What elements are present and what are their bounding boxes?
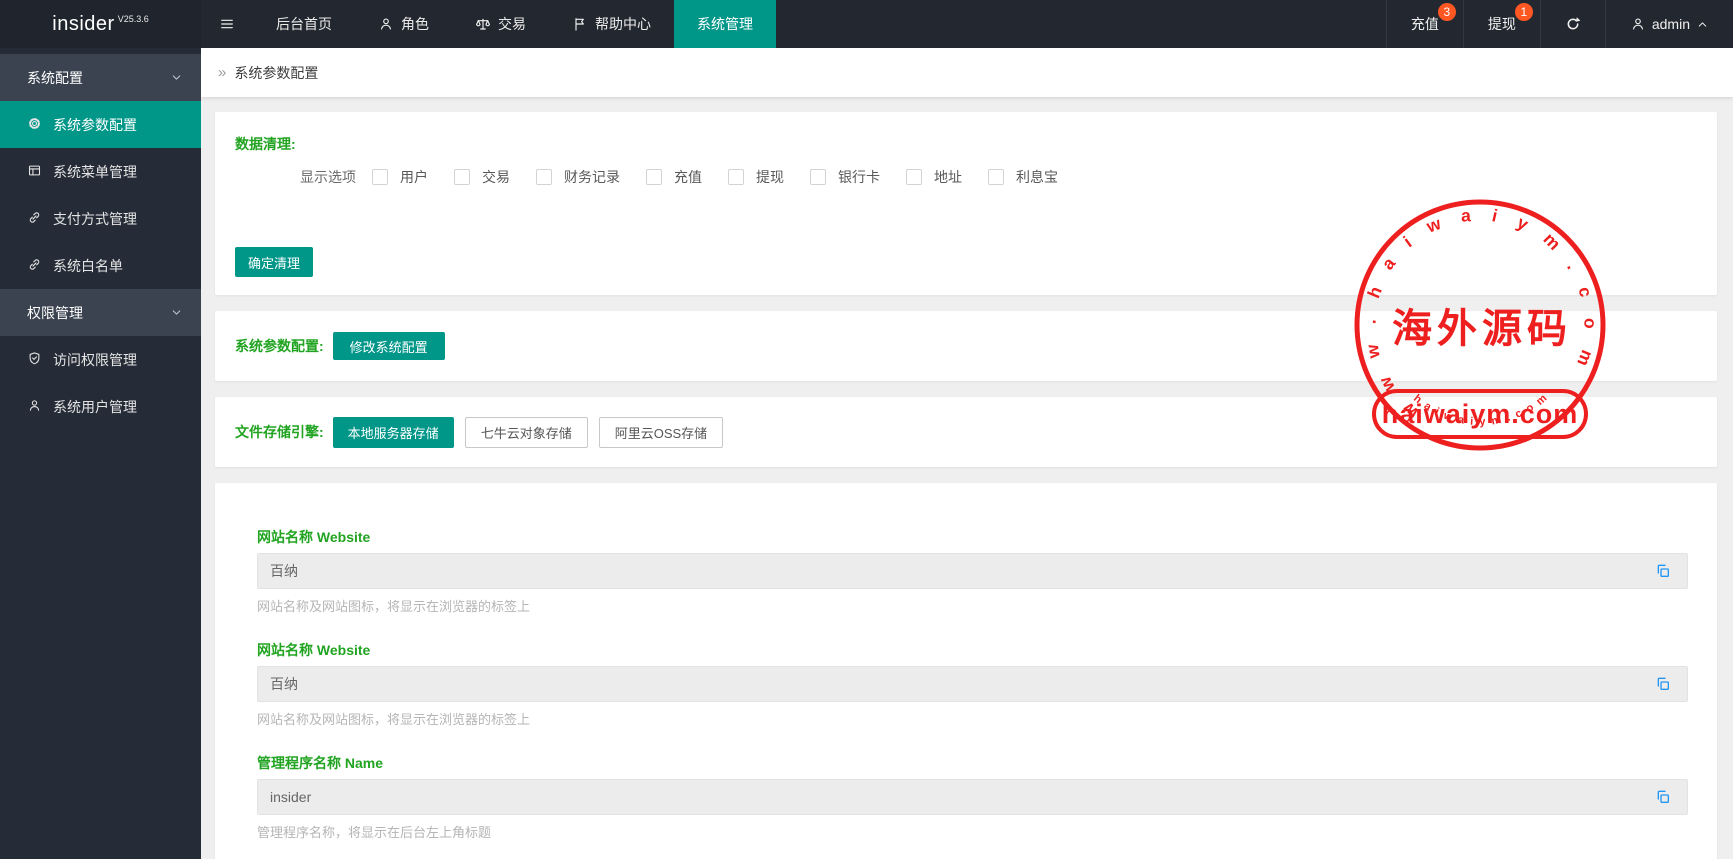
top-menu: 后台首页 角色 交易 帮助中心 系统管理 <box>253 0 776 48</box>
field-label: 管理程序名称 Name <box>257 755 384 771</box>
nav-item-transactions[interactable]: 交易 <box>452 0 549 48</box>
content-area: 数据清理: 显示选项 用户 交易 财务记录 充值 提现 银行卡 地址 利息宝 确… <box>201 97 1733 859</box>
modify-system-config-button[interactable]: 修改系统配置 <box>332 332 445 360</box>
username: admin <box>1651 16 1690 32</box>
admin-name-input[interactable] <box>257 779 1688 815</box>
nav-item-dashboard[interactable]: 后台首页 <box>253 0 355 48</box>
checkbox[interactable] <box>372 169 388 185</box>
nav-item-system-management[interactable]: 系统管理 <box>674 0 776 48</box>
field-hint: 网站名称及网站图标，将显示在浏览器的标签上 <box>257 599 531 614</box>
sidebar-item-system-menu[interactable]: 系统菜单管理 <box>0 148 201 195</box>
topbar-actions: 充值 3 提现 1 admin <box>1385 0 1733 48</box>
sidebar: 系统配置 系统参数配置 系统菜单管理 支付方式管理 系统白名单 权限管理 访问权… <box>0 48 201 859</box>
chevron-up-icon <box>1696 18 1709 31</box>
withdraw-button[interactable]: 提现 1 <box>1462 0 1540 48</box>
breadcrumb-symbol: » <box>218 64 227 81</box>
checkbox[interactable] <box>988 169 1004 185</box>
sidebar-item-access-permissions[interactable]: 访问权限管理 <box>0 336 201 383</box>
checkbox[interactable] <box>810 169 826 185</box>
shield-check-icon <box>27 351 42 369</box>
link-icon <box>27 257 42 275</box>
link-icon <box>27 210 42 228</box>
recharge-badge: 3 <box>1437 3 1456 21</box>
website-name-input-2[interactable] <box>257 666 1688 702</box>
user-icon <box>1630 16 1646 32</box>
user-menu[interactable]: admin <box>1604 0 1733 48</box>
storage-engine-panel: 文件存储引擎: 本地服务器存储 七牛云对象存储 阿里云OSS存储 <box>215 397 1717 467</box>
checkbox[interactable] <box>728 169 744 185</box>
withdraw-badge: 1 <box>1514 3 1533 21</box>
sidebar-item-system-users[interactable]: 系统用户管理 <box>0 383 201 430</box>
window-icon <box>27 163 42 181</box>
checkbox[interactable] <box>454 169 470 185</box>
copy-icon[interactable] <box>1655 676 1671 692</box>
field-label: 网站名称 Website <box>257 529 371 545</box>
data-cleanup-panel: 数据清理: 显示选项 用户 交易 财务记录 充值 提现 银行卡 地址 利息宝 确… <box>215 112 1717 295</box>
field-label: 网站名称 Website <box>257 642 371 658</box>
field-hint: 网站名称及网站图标，将显示在浏览器的标签上 <box>257 712 531 727</box>
checkbox[interactable] <box>646 169 662 185</box>
app-version: V25.3.6 <box>117 14 149 24</box>
refresh-icon <box>1565 16 1581 32</box>
app-title: insider <box>52 12 115 35</box>
recharge-button[interactable]: 充值 3 <box>1385 0 1463 48</box>
cleanup-option-finance-records[interactable]: 财务记录 <box>536 167 620 187</box>
system-config-label: 系统参数配置: <box>235 338 324 354</box>
nav-item-roles[interactable]: 角色 <box>355 0 452 48</box>
cleanup-option-address[interactable]: 地址 <box>906 167 962 187</box>
gear-icon <box>27 116 42 134</box>
cleanup-label: 数据清理: <box>235 136 296 152</box>
refresh-button[interactable] <box>1539 0 1605 48</box>
chevron-down-icon <box>170 71 183 84</box>
chevron-down-icon <box>170 306 183 319</box>
cleanup-option-transactions[interactable]: 交易 <box>454 167 510 187</box>
breadcrumb: » 系统参数配置 <box>201 48 1733 97</box>
cleanup-option-recharge[interactable]: 充值 <box>646 167 702 187</box>
checkbox[interactable] <box>906 169 922 185</box>
flag-icon <box>572 16 588 32</box>
main-area: » 系统参数配置 数据清理: 显示选项 用户 交易 财务记录 充值 提现 银行卡 <box>201 48 1733 859</box>
cleanup-option-users[interactable]: 用户 <box>372 167 428 187</box>
scales-icon <box>475 16 491 32</box>
website-name-input[interactable] <box>257 553 1688 589</box>
storage-option-qiniu-button[interactable]: 七牛云对象存储 <box>464 416 588 448</box>
user-icon <box>378 16 394 32</box>
sidebar-group-system-config[interactable]: 系统配置 <box>0 54 201 101</box>
form-field: 管理程序名称 Name 管理程序名称，将显示在后台左上角标题 <box>257 753 1688 841</box>
cleanup-option-bank-card[interactable]: 银行卡 <box>810 167 880 187</box>
sidebar-group-permissions[interactable]: 权限管理 <box>0 289 201 336</box>
top-navbar: insider V25.3.6 后台首页 角色 交易 帮助中心 系统管理 充值 … <box>0 0 1733 48</box>
copy-icon[interactable] <box>1655 563 1671 579</box>
cleanup-option-interest[interactable]: 利息宝 <box>988 167 1058 187</box>
app-logo: insider V25.3.6 <box>0 0 201 48</box>
field-hint: 管理程序名称，将显示在后台左上角标题 <box>257 825 492 840</box>
sidebar-item-system-params[interactable]: 系统参数配置 <box>0 101 201 148</box>
cleanup-option-withdraw[interactable]: 提现 <box>728 167 784 187</box>
confirm-cleanup-button[interactable]: 确定清理 <box>235 247 314 277</box>
form-field: 网站名称 Website 网站名称及网站图标，将显示在浏览器的标签上 <box>257 640 1688 728</box>
system-config-panel: 系统参数配置: 修改系统配置 <box>215 311 1717 381</box>
sidebar-item-whitelist[interactable]: 系统白名单 <box>0 242 201 289</box>
cleanup-options-row: 显示选项 用户 交易 财务记录 充值 提现 银行卡 地址 利息宝 <box>300 167 1058 187</box>
sidebar-item-payment-methods[interactable]: 支付方式管理 <box>0 195 201 242</box>
storage-engine-label: 文件存储引擎: <box>235 424 324 440</box>
storage-option-aliyun-oss-button[interactable]: 阿里云OSS存储 <box>598 416 724 448</box>
storage-option-local-button[interactable]: 本地服务器存储 <box>332 416 454 448</box>
nav-item-help-center[interactable]: 帮助中心 <box>549 0 674 48</box>
hamburger-icon <box>219 16 235 32</box>
settings-form-panel: 网站名称 Website 网站名称及网站图标，将显示在浏览器的标签上 网站名称 … <box>215 483 1717 859</box>
checkbox[interactable] <box>536 169 552 185</box>
sidebar-toggle-button[interactable] <box>201 0 253 48</box>
page-title: 系统参数配置 <box>234 64 319 81</box>
form-field: 网站名称 Website 网站名称及网站图标，将显示在浏览器的标签上 <box>257 527 1688 615</box>
admin-app: insider V25.3.6 后台首页 角色 交易 帮助中心 系统管理 充值 … <box>0 0 1733 859</box>
copy-icon[interactable] <box>1655 789 1671 805</box>
user-icon <box>27 398 42 416</box>
